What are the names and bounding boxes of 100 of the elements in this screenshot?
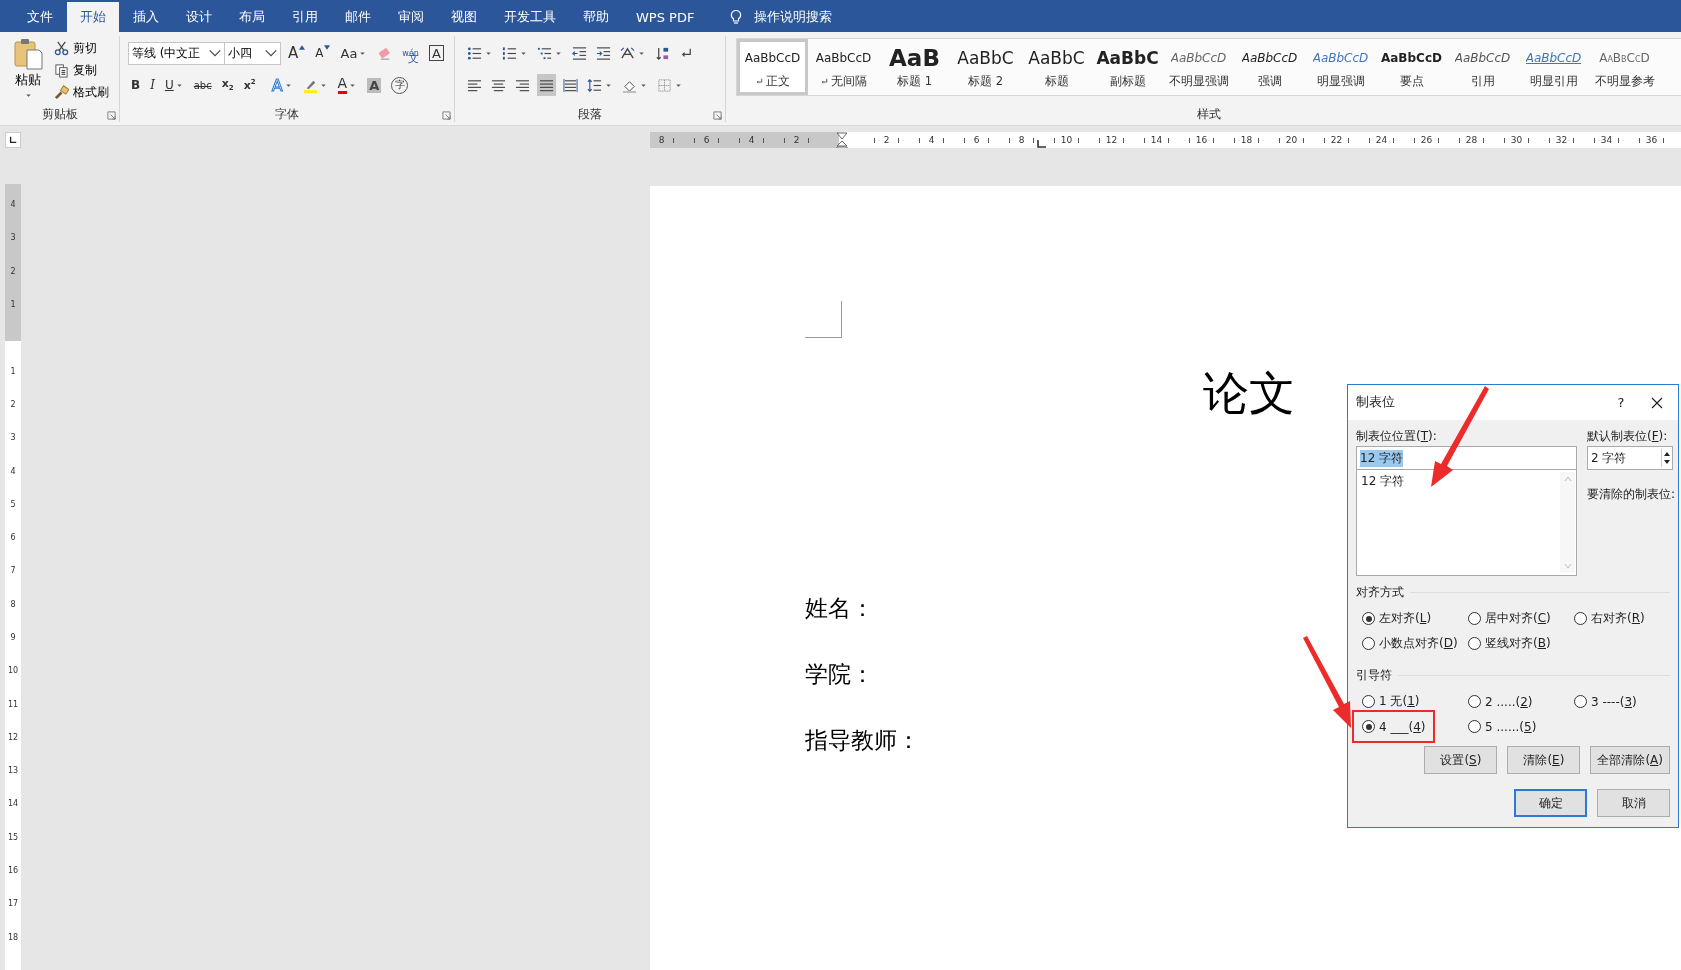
style-option[interactable]: AaBbCcD 不明显参考 <box>1589 39 1660 95</box>
radio-button[interactable]: 1 无(1) <box>1362 693 1420 710</box>
default-tab-spinner[interactable]: 2 字符 <box>1587 446 1673 470</box>
cut-button[interactable]: 剪切 <box>54 38 109 58</box>
ribbon-tab[interactable]: 开发工具 <box>491 2 569 32</box>
decrease-indent-icon <box>572 45 587 61</box>
dialog-button[interactable]: 设置(S) <box>1424 746 1498 774</box>
font-size-field[interactable]: 小四 <box>224 41 281 65</box>
format-painter-button[interactable]: 格式刷 <box>54 82 109 102</box>
justify-button[interactable] <box>537 74 556 96</box>
borders-icon <box>657 77 672 93</box>
radio-circle[interactable] <box>1574 612 1587 625</box>
ribbon-tab[interactable]: 设计 <box>173 2 225 32</box>
ruler-number: 17 <box>6 898 20 911</box>
document-line: 指导教师： <box>805 726 920 755</box>
section-label: 对齐方式 <box>1356 584 1404 601</box>
tab-position-field[interactable]: 12 字符 <box>1356 446 1577 470</box>
ruler-number: 11 <box>6 698 20 711</box>
down-triangle-icon <box>324 45 331 50</box>
shrink-font-button[interactable]: A <box>312 42 334 64</box>
tab-stop-marker[interactable] <box>1036 140 1046 148</box>
radio-button[interactable]: 右对齐(R) <box>1574 610 1674 627</box>
style-option[interactable]: AaBbCcD 要点 <box>1376 39 1447 95</box>
bold-button[interactable]: B <box>128 74 144 96</box>
grow-font-button[interactable]: A <box>285 42 309 64</box>
strikethrough-button[interactable]: abc <box>190 74 215 96</box>
style-option[interactable]: AaBbC 标题 2 <box>950 39 1021 95</box>
radio-button[interactable]: 小数点对齐(D) <box>1362 635 1468 652</box>
font-name-field[interactable]: 等线 (中文正 <box>128 41 225 65</box>
dialog-launcher-icon[interactable] <box>107 111 116 120</box>
tab-selector-button[interactable] <box>5 132 21 148</box>
dialog-launcher-icon[interactable] <box>713 111 722 120</box>
radio-circle[interactable] <box>1362 612 1375 625</box>
ribbon-tab[interactable]: 插入 <box>120 2 172 32</box>
group-label: 剪贴板 <box>41 106 78 122</box>
style-option[interactable]: AaBbCcD 正文 <box>737 39 808 95</box>
font-color-button[interactable]: A <box>334 74 361 96</box>
dialog-launcher-icon[interactable] <box>442 111 451 120</box>
subscript-button[interactable]: x$_{2}$ <box>218 74 237 96</box>
radio-circle[interactable] <box>1362 720 1375 733</box>
ruler-number: 10 <box>6 665 20 678</box>
ribbon-tab[interactable]: 开始 <box>67 2 119 32</box>
document-line: 姓名： <box>805 594 874 623</box>
character-border-button[interactable]: A <box>428 45 444 61</box>
paste-button[interactable]: 粘贴 <box>10 38 46 106</box>
distribute-icon <box>563 77 578 93</box>
radio-circle[interactable] <box>1574 695 1587 708</box>
ruler-number: 3 <box>9 432 17 445</box>
radio-button[interactable]: 左对齐(L) <box>1362 610 1468 627</box>
radio-circle[interactable] <box>1362 637 1375 650</box>
underline-button[interactable]: U <box>161 74 187 96</box>
radio-circle[interactable] <box>1362 695 1375 708</box>
style-option[interactable]: AaBbC 副标题 <box>1092 39 1163 95</box>
superscript-button[interactable]: x$^{2}$ <box>240 74 259 96</box>
ruler-number: 16 <box>6 865 20 878</box>
style-option[interactable]: AaBbCcD 无间隔 <box>808 39 879 95</box>
ok-button[interactable]: 确定 <box>1514 789 1587 817</box>
ribbon-tab[interactable]: 文件 <box>14 2 66 32</box>
italic-button[interactable]: I <box>147 74 158 96</box>
radio-circle[interactable] <box>1468 720 1481 733</box>
ruler-number: 9 <box>9 632 17 644</box>
ribbon-tab[interactable]: 引用 <box>279 2 331 32</box>
radio-circle[interactable] <box>1468 695 1481 708</box>
radio-circle[interactable] <box>1468 612 1481 625</box>
radio-button[interactable]: 竖线对齐(B) <box>1468 635 1574 652</box>
list-item[interactable]: 12 字符 <box>1361 473 1405 490</box>
style-option[interactable]: AaBbCcD 引用 <box>1447 39 1518 95</box>
copy-button[interactable]: 复制 <box>54 60 109 80</box>
bullet-list-icon <box>467 45 482 61</box>
style-option[interactable]: AaBbCcD 明显强调 <box>1305 39 1376 95</box>
radio-button[interactable]: 5 ......(5) <box>1468 718 1537 735</box>
style-option[interactable]: AaBbCcD 不明显强调 <box>1163 39 1234 95</box>
ribbon-tab[interactable]: 视图 <box>438 2 490 32</box>
ribbon-tab[interactable]: 布局 <box>226 2 278 32</box>
search-prompt[interactable]: 操作说明搜索 <box>754 2 833 32</box>
style-option[interactable]: AaBbC 标题 <box>1021 39 1092 95</box>
multilevel-list-icon <box>537 45 552 61</box>
style-option[interactable]: AaBbCcD 强调 <box>1234 39 1305 95</box>
scissors-icon <box>54 40 69 56</box>
ruler-number: 1 <box>9 299 17 312</box>
dialog-button[interactable]: 全部清除(A) <box>1590 746 1670 774</box>
dialog-button[interactable]: 清除(E) <box>1507 746 1581 774</box>
help-button[interactable]: ? <box>1608 389 1634 416</box>
indent-marker[interactable] <box>835 132 848 148</box>
ribbon-tab[interactable]: 帮助 <box>570 2 622 32</box>
style-option[interactable]: AaBbCcD 明显引用 <box>1518 39 1589 95</box>
radio-button[interactable]: 4 ___(4) <box>1362 718 1426 735</box>
paintbrush-icon <box>54 84 69 100</box>
style-option[interactable]: AaB 标题 1 <box>879 39 950 95</box>
change-case-button[interactable]: Aa <box>337 42 371 64</box>
cancel-button[interactable]: 取消 <box>1597 789 1670 817</box>
ribbon-tab[interactable]: 审阅 <box>385 2 437 32</box>
radio-button[interactable]: 2 .....(2) <box>1468 693 1533 710</box>
ribbon-tab[interactable]: WPS PDF <box>623 2 708 32</box>
radio-circle[interactable] <box>1468 637 1481 650</box>
radio-button[interactable]: 3 ----(3) <box>1574 693 1637 710</box>
ribbon-tab[interactable]: 邮件 <box>332 2 384 32</box>
radio-button[interactable]: 居中对齐(C) <box>1468 610 1574 627</box>
increase-indent-icon <box>596 45 611 61</box>
group-label: 段落 <box>578 106 602 122</box>
